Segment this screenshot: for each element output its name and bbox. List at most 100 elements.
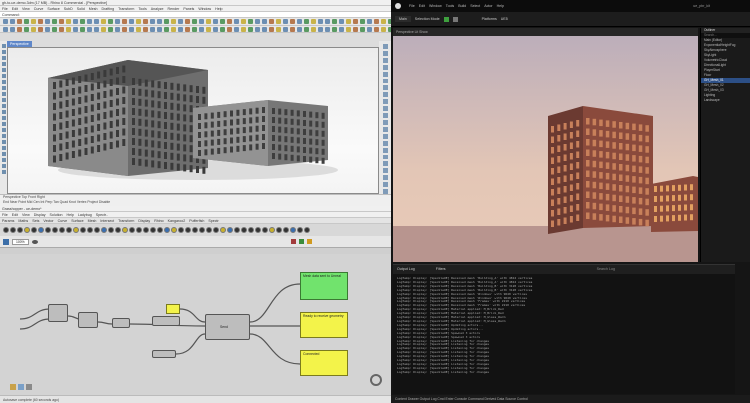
zoom-field[interactable]: 100% [12,238,29,245]
tool-icon[interactable] [382,154,388,160]
rhino-menu-edit[interactable]: Edit [12,7,18,11]
tool-icon[interactable] [255,19,260,24]
gh-component-icon[interactable] [192,227,198,233]
gh-component-icon[interactable] [227,227,233,233]
gh-component-icon[interactable] [297,227,303,233]
gh-component-icon[interactable] [241,227,247,233]
tool-icon[interactable] [382,50,388,56]
gh-menu-edit[interactable]: Edit [12,213,18,217]
tool-icon[interactable] [381,19,386,24]
gh-component-icon[interactable] [206,227,212,233]
output-log-tab[interactable]: Output Log [397,267,415,271]
gh-component-icon[interactable] [66,227,72,233]
gh-component-3[interactable] [112,318,130,328]
tool-icon[interactable] [136,26,141,32]
gh-component-icon[interactable] [136,227,142,233]
gh-tab-sets[interactable]: Sets [32,219,39,223]
tool-icon[interactable] [382,140,388,146]
gh-component-icon[interactable] [87,227,93,233]
gh-component-icon[interactable] [248,227,254,233]
tool-icon[interactable] [339,26,344,32]
play-icon[interactable] [443,16,449,22]
tool-icon[interactable] [3,26,8,32]
tool-icon[interactable] [1,164,6,168]
ue-viewport[interactable] [393,36,698,262]
tool-icon[interactable] [157,26,162,32]
tool-icon[interactable] [318,19,323,24]
gh-tab-kangaroo2[interactable]: Kangaroo2 [168,219,186,223]
gh-panel-yellow-1[interactable]: Ready to receive geometry [300,312,348,338]
ue-menu-tools[interactable]: Tools [446,4,454,8]
group-icon[interactable] [18,384,24,390]
preview-icon[interactable] [298,239,304,244]
gh-tab-surface[interactable]: Surface [71,219,83,223]
gh-component-icon[interactable] [304,227,310,233]
tool-icon[interactable] [353,19,358,24]
tool-icon[interactable] [122,19,127,24]
gh-component-icon[interactable] [52,227,58,233]
viewport-mode[interactable]: Perspective Lit Show [396,30,428,34]
gh-menu-help[interactable]: Help [67,213,74,217]
gh-small-panel[interactable] [166,304,180,314]
tool-icon[interactable] [80,26,85,32]
tool-icon[interactable] [382,71,388,77]
rhino-menu-window[interactable]: Window [198,7,211,11]
gh-component-icon[interactable] [45,227,51,233]
tool-icon[interactable] [1,122,6,126]
tool-icon[interactable] [178,19,183,24]
tool-icon[interactable] [382,182,388,188]
tool-icon[interactable] [382,113,388,118]
gh-menu-file[interactable]: File [2,213,8,217]
tool-icon[interactable] [360,19,365,24]
tool-icon[interactable] [1,152,6,156]
tool-icon[interactable] [24,26,29,32]
gh-send-component[interactable]: Send [205,314,250,340]
tool-icon[interactable] [73,19,78,24]
tool-icon[interactable] [1,50,6,54]
rhino-menu-solid[interactable]: Solid [77,7,85,11]
tool-icon[interactable] [382,168,388,174]
gh-component-icon[interactable] [80,227,86,233]
rhino-menu-file[interactable]: File [2,7,8,11]
tool-icon[interactable] [382,106,388,112]
tool-icon[interactable] [1,80,6,84]
gh-tab-pufferfish[interactable]: Pufferfish [189,219,204,223]
gh-tab-intersect[interactable]: Intersect [100,219,114,223]
sketch-icon[interactable] [26,384,32,390]
tool-icon[interactable] [346,26,351,32]
tool-icon[interactable] [382,126,388,132]
tool-icon[interactable] [325,26,330,32]
rhino-menu-curve[interactable]: Curve [34,7,44,11]
pause-icon[interactable] [452,16,458,22]
gh-tab-rhino[interactable]: Rhino [154,219,163,223]
tool-icon[interactable] [66,19,71,24]
rhino-menu-view[interactable]: View [22,7,30,11]
tool-icon[interactable] [129,26,134,32]
tool-icon[interactable] [213,19,218,24]
gh-tab-vector[interactable]: Vector [43,219,53,223]
tool-icon[interactable] [367,19,372,24]
tool-icon[interactable] [234,26,239,32]
tool-icon[interactable] [185,26,190,32]
gh-component-icon[interactable] [276,227,282,233]
gh-toggle[interactable] [152,350,176,358]
tool-icon[interactable] [143,19,148,24]
gh-component-icon[interactable] [73,227,79,233]
gh-menu-solution[interactable]: Solution [50,213,63,217]
bake-icon[interactable] [10,384,16,390]
gh-menu-ladybug[interactable]: Ladybug [78,213,92,217]
tool-icon[interactable] [171,19,176,24]
tool-icon[interactable] [382,175,388,181]
tool-icon[interactable] [241,26,246,32]
tool-icon[interactable] [1,110,6,114]
tool-icon[interactable] [283,26,288,32]
tool-icon[interactable] [157,19,162,24]
tool-icon[interactable] [94,19,99,24]
gh-menu-view[interactable]: View [22,213,30,217]
gh-panel-yellow-2[interactable]: Connected [300,350,348,376]
tool-icon[interactable] [115,26,120,32]
tool-icon[interactable] [1,104,6,108]
gh-component-icon[interactable] [38,227,44,233]
tool-icon[interactable] [382,161,388,167]
rhino-menu-surface[interactable]: Surface [47,7,59,11]
